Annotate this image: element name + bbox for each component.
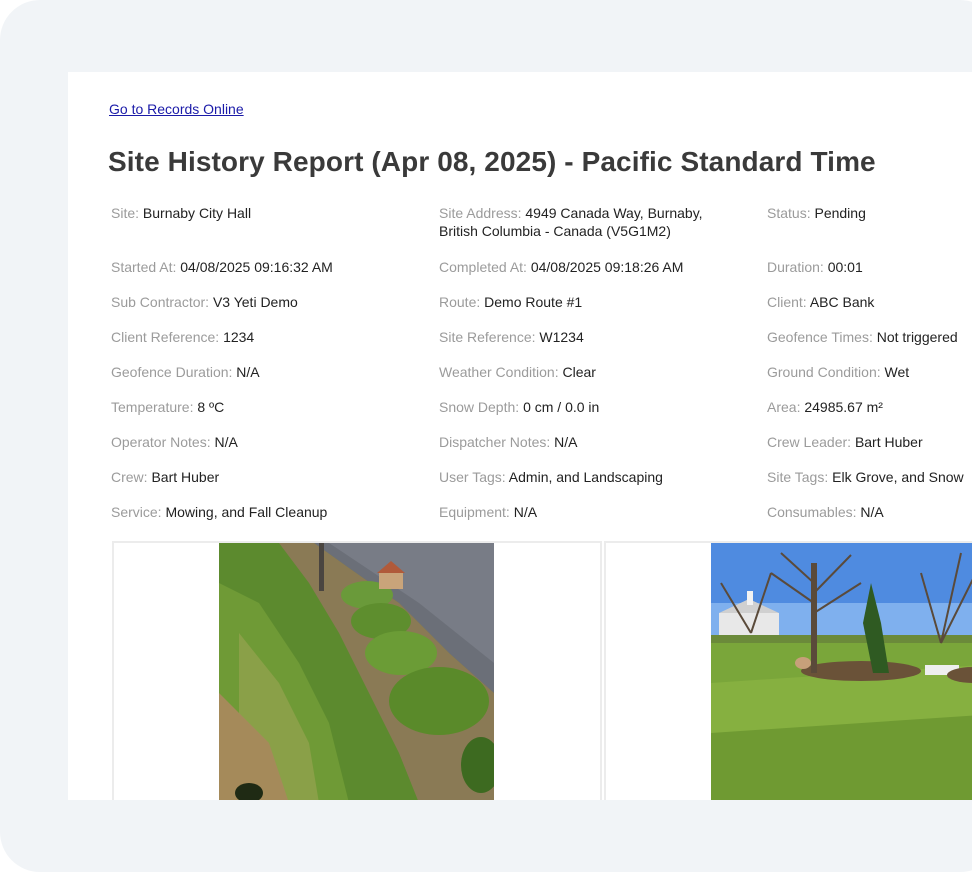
field-site-reference: Site Reference: W1234 xyxy=(439,328,584,346)
field-sub-contractor: Sub Contractor: V3 Yeti Demo xyxy=(111,293,298,311)
field-value: N/A xyxy=(513,504,538,520)
field-label: Site Tags: xyxy=(767,469,829,485)
field-value: ABC Bank xyxy=(809,294,875,310)
field-value: Mowing, and Fall Cleanup xyxy=(165,504,328,520)
field-value: W1234 xyxy=(539,329,584,345)
field-value: 8 ºC xyxy=(197,399,225,415)
field-value: 00:01 xyxy=(827,259,863,275)
field-label: Crew Leader: xyxy=(767,434,852,450)
field-label: Service: xyxy=(111,504,162,520)
field-value: N/A xyxy=(214,434,238,450)
site-photo-shrubs[interactable] xyxy=(219,543,494,800)
field-label: Route: xyxy=(439,294,481,310)
field-route: Route: Demo Route #1 xyxy=(439,293,582,311)
field-client-reference: Client Reference: 1234 xyxy=(111,328,254,346)
field-crew: Crew: Bart Huber xyxy=(111,468,219,486)
field-service: Service: Mowing, and Fall Cleanup xyxy=(111,503,327,521)
field-value: 04/08/2025 09:16:32 AM xyxy=(180,259,333,275)
records-online-link[interactable]: Go to Records Online xyxy=(109,101,244,117)
field-value: 24985.67 m² xyxy=(804,399,883,415)
field-dispatcher-notes: Dispatcher Notes: N/A xyxy=(439,433,578,451)
field-label: Snow Depth: xyxy=(439,399,520,415)
site-photo-lawn-image xyxy=(711,543,972,800)
field-value: Burnaby City Hall xyxy=(142,205,252,221)
field-temperature: Temperature: 8 ºC xyxy=(111,398,224,416)
field-label: Temperature: xyxy=(111,399,194,415)
field-label: Client: xyxy=(767,294,807,310)
field-site-address: Site Address: 4949 Canada Way, Burnaby, … xyxy=(439,204,739,240)
field-value: N/A xyxy=(860,504,884,520)
field-site-tags: Site Tags: Elk Grove, and Snow xyxy=(767,468,964,486)
field-value: Not triggered xyxy=(876,329,958,345)
field-label: Area: xyxy=(767,399,801,415)
field-value: Demo Route #1 xyxy=(484,294,583,310)
field-label: Consumables: xyxy=(767,504,857,520)
photo-card[interactable] xyxy=(112,541,602,800)
field-user-tags: User Tags: Admin, and Landscaping xyxy=(439,468,663,486)
field-value: N/A xyxy=(236,364,260,380)
page-title: Site History Report (Apr 08, 2025) - Pac… xyxy=(108,146,876,177)
field-label: User Tags: xyxy=(439,469,506,485)
field-equipment: Equipment: N/A xyxy=(439,503,537,521)
field-started-at: Started At: 04/08/2025 09:16:32 AM xyxy=(111,258,333,276)
field-value: Bart Huber xyxy=(151,469,220,485)
field-value: N/A xyxy=(554,434,578,450)
field-value: Wet xyxy=(884,364,910,380)
field-value: Pending xyxy=(814,205,866,221)
field-label: Geofence Duration: xyxy=(111,364,233,380)
field-label: Ground Condition: xyxy=(767,364,881,380)
field-status: Status: Pending xyxy=(767,204,866,222)
field-label: Geofence Times: xyxy=(767,329,873,345)
field-value: Admin, and Landscaping xyxy=(508,469,663,485)
field-label: Started At: xyxy=(111,259,177,275)
field-label: Weather Condition: xyxy=(439,364,559,380)
field-label: Site Address: xyxy=(439,205,522,221)
field-site: Site: Burnaby City Hall xyxy=(111,204,251,222)
field-crew-leader: Crew Leader: Bart Huber xyxy=(767,433,923,451)
photo-card[interactable] xyxy=(604,541,972,800)
field-geofence-duration: Geofence Duration: N/A xyxy=(111,363,260,381)
field-label: Equipment: xyxy=(439,504,510,520)
field-consumables: Consumables: N/A xyxy=(767,503,884,521)
field-label: Client Reference: xyxy=(111,329,220,345)
field-ground-condition: Ground Condition: Wet xyxy=(767,363,909,381)
field-value: V3 Yeti Demo xyxy=(212,294,298,310)
field-value: Clear xyxy=(562,364,596,380)
field-label: Status: xyxy=(767,205,811,221)
field-area: Area: 24985.67 m² xyxy=(767,398,883,416)
field-label: Site Reference: xyxy=(439,329,536,345)
field-snow-depth: Snow Depth: 0 cm / 0.0 in xyxy=(439,398,599,416)
field-operator-notes: Operator Notes: N/A xyxy=(111,433,238,451)
field-value: Elk Grove, and Snow xyxy=(832,469,964,485)
field-duration: Duration: 00:01 xyxy=(767,258,863,276)
site-photo-shrubs-image xyxy=(219,543,494,800)
field-geofence-times: Geofence Times: Not triggered xyxy=(767,328,958,346)
field-label: Duration: xyxy=(767,259,824,275)
report-page: Go to Records Online Site History Report… xyxy=(68,72,972,800)
field-label: Operator Notes: xyxy=(111,434,211,450)
field-label: Sub Contractor: xyxy=(111,294,210,310)
field-value: 1234 xyxy=(223,329,255,345)
field-value: Bart Huber xyxy=(854,434,923,450)
field-value: 04/08/2025 09:18:26 AM xyxy=(530,259,684,275)
field-label: Dispatcher Notes: xyxy=(439,434,551,450)
site-photo-lawn[interactable] xyxy=(711,543,972,800)
field-completed-at: Completed At: 04/08/2025 09:18:26 AM xyxy=(439,258,683,276)
field-label: Site: xyxy=(111,205,140,221)
field-value: 0 cm / 0.0 in xyxy=(523,399,600,415)
field-label: Completed At: xyxy=(439,259,527,275)
field-weather-condition: Weather Condition: Clear xyxy=(439,363,596,381)
field-client: Client: ABC Bank xyxy=(767,293,874,311)
field-label: Crew: xyxy=(111,469,148,485)
